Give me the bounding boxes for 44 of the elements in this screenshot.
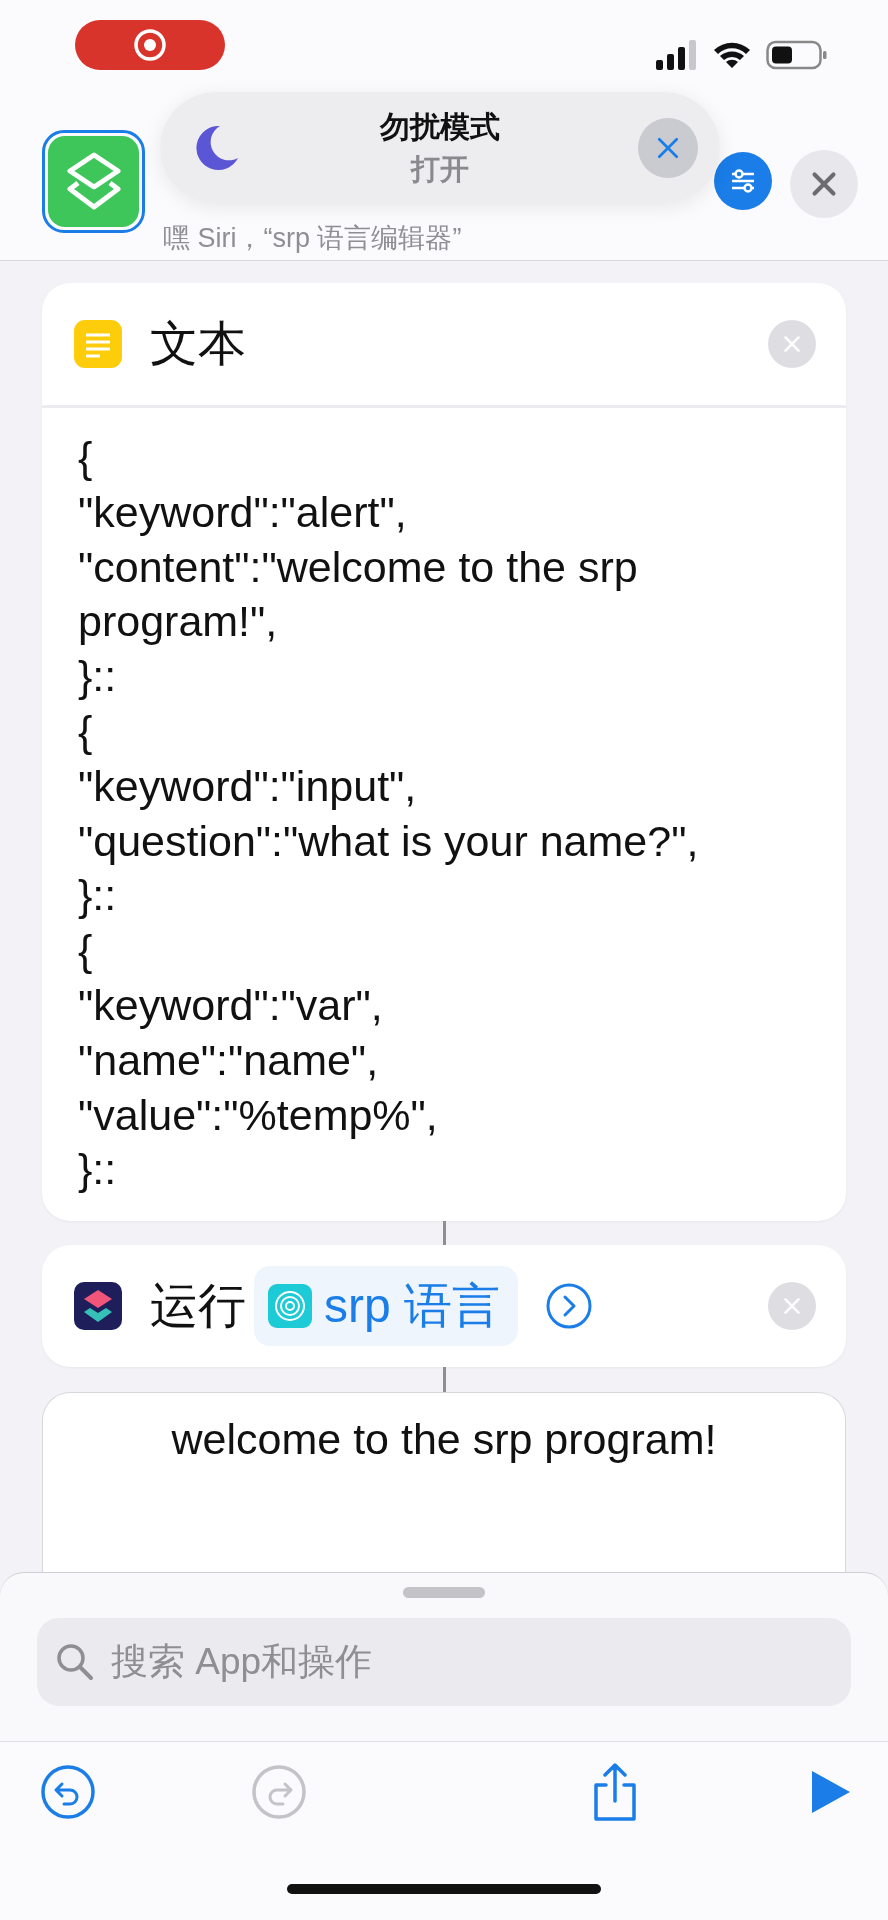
- record-icon: [133, 28, 167, 62]
- banner-status: 打开: [411, 151, 469, 187]
- code-line: "keyword":"var",: [78, 979, 384, 1031]
- close-icon: [783, 335, 801, 353]
- banner-title: 勿扰模式: [380, 108, 500, 145]
- code-line: "keyword":"alert",: [78, 486, 408, 538]
- signal-icon: [656, 40, 698, 70]
- text-icon: [74, 320, 122, 368]
- recording-indicator[interactable]: [75, 20, 225, 70]
- action-title: 文本: [150, 316, 246, 372]
- wifi-icon: [712, 40, 752, 70]
- close-icon: [783, 1297, 801, 1316]
- search-icon: [55, 1642, 95, 1682]
- undo-icon: [40, 1764, 96, 1820]
- code-line: "content":"welcome to the srp: [78, 541, 639, 593]
- siri-phrase: 嘿 Siri，“srp 语言编辑器”: [163, 222, 463, 255]
- code-line: "keyword":"input",: [78, 760, 418, 812]
- focus-banner[interactable]: 勿扰模式 打开: [160, 92, 720, 204]
- code-line: }::: [78, 870, 118, 922]
- action-title: 运行: [150, 1278, 246, 1335]
- battery-icon: [766, 40, 828, 70]
- app-icon[interactable]: [42, 130, 145, 233]
- code-line: }::: [78, 1144, 118, 1196]
- chip-label: srp 语言: [324, 1278, 500, 1335]
- redo-icon: [251, 1764, 307, 1820]
- undo-button[interactable]: [40, 1764, 96, 1820]
- chevron-circle-icon[interactable]: [546, 1283, 592, 1330]
- code-line: "name":"name",: [78, 1034, 380, 1086]
- code-line: {: [78, 432, 94, 483]
- search-bar[interactable]: 搜索 App和操作: [37, 1618, 851, 1706]
- close-icon: [811, 171, 837, 197]
- close-icon: [656, 136, 680, 160]
- code-line: }::: [78, 651, 118, 703]
- dismiss-button[interactable]: [638, 118, 698, 178]
- code-line: "question":"what is your name?",: [78, 815, 700, 867]
- shortcuts-icon: [74, 1282, 122, 1331]
- target-icon: [268, 1284, 312, 1329]
- sheet-handle[interactable]: [403, 1587, 485, 1598]
- code-line: program!",: [78, 596, 279, 648]
- code-line: {: [78, 706, 94, 757]
- code-line: "value":"%temp%",: [78, 1089, 439, 1141]
- settings-button[interactable]: [714, 152, 772, 210]
- code-line: {: [78, 925, 94, 977]
- shortcut-chip[interactable]: srp 语言: [254, 1266, 518, 1347]
